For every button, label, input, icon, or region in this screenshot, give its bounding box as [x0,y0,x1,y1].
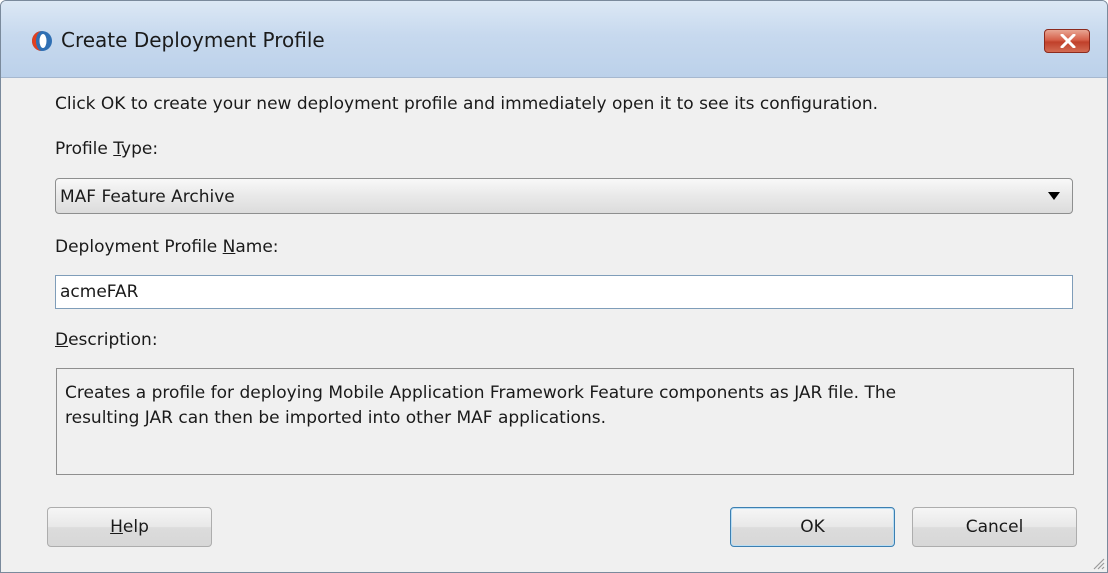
description-label-rest: escription: [68,330,158,350]
help-button[interactable]: Help [47,507,212,547]
help-mnemonic: H [110,517,123,537]
help-label-rest: elp [122,517,149,537]
profile-type-mnemonic: T [113,139,122,159]
profile-type-value: MAF Feature Archive [60,187,235,207]
title-bar[interactable]: Create Deployment Profile [1,1,1107,78]
app-icon [31,30,53,52]
cancel-button[interactable]: Cancel [912,507,1077,547]
description-line-2: resulting JAR can then be imported into … [65,408,606,428]
profile-type-label-rest: ype: [121,139,159,159]
resize-grip-icon[interactable] [1091,556,1105,570]
description-mnemonic: D [55,330,69,350]
profile-name-label: Deployment Profile Name: [55,237,279,257]
close-icon [1060,34,1076,48]
description-box: Creates a profile for deploying Mobile A… [56,368,1074,475]
create-deployment-profile-dialog: Create Deployment Profile Click OK to cr… [0,0,1108,573]
instructions-text: Click OK to create your new deployment p… [55,94,879,114]
profile-type-label-text: Profile [55,139,114,159]
chevron-down-icon [1048,192,1060,200]
profile-name-label-text: Deployment Profile [55,237,223,257]
window-title: Create Deployment Profile [61,28,325,52]
description-line-1: Creates a profile for deploying Mobile A… [65,383,897,403]
profile-type-select[interactable]: MAF Feature Archive [55,178,1073,214]
profile-name-label-rest: ame: [235,237,279,257]
profile-name-input[interactable] [55,275,1073,309]
dialog-content [1,78,1107,572]
ok-button[interactable]: OK [730,507,895,547]
description-label: Description: [55,330,158,350]
close-button[interactable] [1044,29,1090,53]
profile-type-label: Profile Type: [55,139,158,159]
profile-name-mnemonic: N [222,237,236,257]
